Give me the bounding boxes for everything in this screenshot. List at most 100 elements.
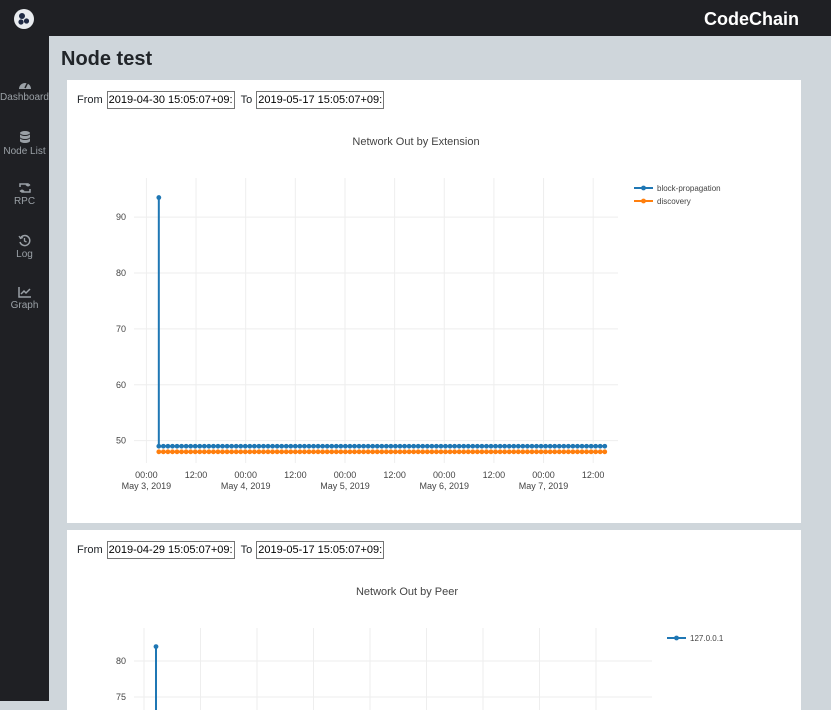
data-point-block-propagation [311,443,316,449]
data-point-discovery [283,449,289,455]
sidebar-item-label: Dashboard [0,92,49,103]
data-point-discovery [534,449,539,455]
data-point-discovery [438,449,444,455]
x-tick-label: 00:00 [334,470,357,480]
data-point-block-propagation [525,443,530,449]
data-point-discovery [206,449,212,455]
data-point-block-propagation [379,443,385,449]
from-date-input[interactable] [106,541,235,559]
data-point-discovery [525,449,530,455]
data-point-block-propagation [547,443,553,449]
x-tick-label: 00:00 [234,470,257,480]
chart-card-extension: From To Network Out by Extension 50 60 70 80… [67,80,801,523]
sidebar-item-graph[interactable]: Graph [0,286,49,326]
data-point-discovery [393,449,398,455]
data-point-block-propagation [388,443,394,449]
data-point-block-propagation [420,443,426,449]
data-point-discovery [575,449,580,455]
network-out-by-peer-chart[interactable]: Network Out by Peer7580127.0.0.1 [67,560,801,710]
x-tick-label: 12:00 [483,470,506,480]
data-point-block-propagation [256,443,262,449]
data-point-block-propagation [338,443,344,449]
data-point-block-propagation [165,443,171,449]
data-point-discovery [288,449,294,455]
data-point-discovery [402,449,407,455]
data-point-block-propagation [356,443,362,449]
x-tick-label: 00:00 [532,470,555,480]
data-point-discovery [584,449,589,455]
data-point-block-propagation [393,443,398,449]
data-point-discovery [251,449,257,455]
data-point-discovery [593,449,599,455]
network-out-by-extension-chart[interactable]: Network Out by Extension 50 60 70 80 90 00:00 1… [67,110,801,530]
data-point-discovery [547,449,553,455]
gauge-icon [18,82,31,89]
data-point-block-propagation [265,443,271,449]
data-point-discovery [447,449,453,455]
y-tick-label: 80 [116,656,126,666]
data-point-discovery [497,449,503,455]
data-point-block-propagation [188,443,194,449]
data-point-discovery [342,449,348,455]
data-point-block-propagation [429,443,435,449]
data-point-discovery [292,449,298,455]
sidebar-item-log[interactable]: Log [0,234,49,274]
data-point-block-propagation [479,443,485,449]
app-logo-icon[interactable] [14,9,34,29]
chart-title: Network Out by Peer [356,586,458,598]
data-point-block-propagation [561,443,567,449]
date-range: From To [77,541,390,559]
from-date-input[interactable] [106,91,235,109]
data-point-block-propagation [211,443,216,449]
data-point-block-propagation [197,443,203,449]
data-point-discovery [338,449,344,455]
y-tick-label: 60 [116,380,126,390]
data-point-block-propagation [556,443,562,449]
data-point-discovery [429,449,435,455]
sidebar-item-dashboard[interactable]: Dashboard [0,78,49,118]
legend-label: 127.0.0.1 [690,634,724,643]
data-point-discovery [456,449,462,455]
sidebar: Dashboard Node List RPC Log Graph [0,36,49,701]
data-point-discovery [274,449,280,455]
data-point-block-propagation [515,443,521,449]
sidebar-item-rpc[interactable]: RPC [0,182,49,222]
x-tick-label: 12:00 [284,470,307,480]
data-point-block-propagation [565,443,571,449]
data-point-discovery [215,449,221,455]
data-point-block-propagation [270,443,275,449]
data-point-discovery [183,449,189,455]
data-point-discovery [333,449,339,455]
data-point-discovery [197,449,203,455]
brand-title: CodeChain [703,9,799,29]
data-point-discovery [543,449,549,455]
data-point-block-propagation [506,443,512,449]
data-point-discovery [420,449,426,455]
data-point-discovery [329,449,335,455]
data-point-block-propagation [402,443,407,449]
to-date-input[interactable] [256,91,385,109]
data-point-block-propagation [242,443,248,449]
to-date-input[interactable] [256,541,385,559]
data-point-discovery [302,449,307,455]
data-point-discovery [470,449,476,455]
x-date-label: May 7, 2019 [519,481,569,491]
data-point-block-propagation [424,443,430,449]
data-point-block-propagation [579,443,585,449]
data-point-block-propagation [593,443,599,449]
history-icon [18,234,31,247]
data-point-block-propagation [315,443,321,449]
data-point-block-propagation [292,443,298,449]
y-tick-label: 80 [116,268,126,278]
data-point-block-propagation [370,443,376,449]
data-point-block-propagation [238,443,244,449]
data-point-discovery [165,449,171,455]
sidebar-item-node-list[interactable]: Node List [0,130,49,170]
data-point-block-propagation [174,443,180,449]
data-point-block-propagation [156,443,162,449]
x-tick-label: 00:00 [433,470,456,480]
data-point-127.0.0.1 [153,644,159,649]
data-point-block-propagation [529,443,535,449]
x-date-label: May 3, 2019 [122,481,172,491]
from-label: From [77,544,103,556]
